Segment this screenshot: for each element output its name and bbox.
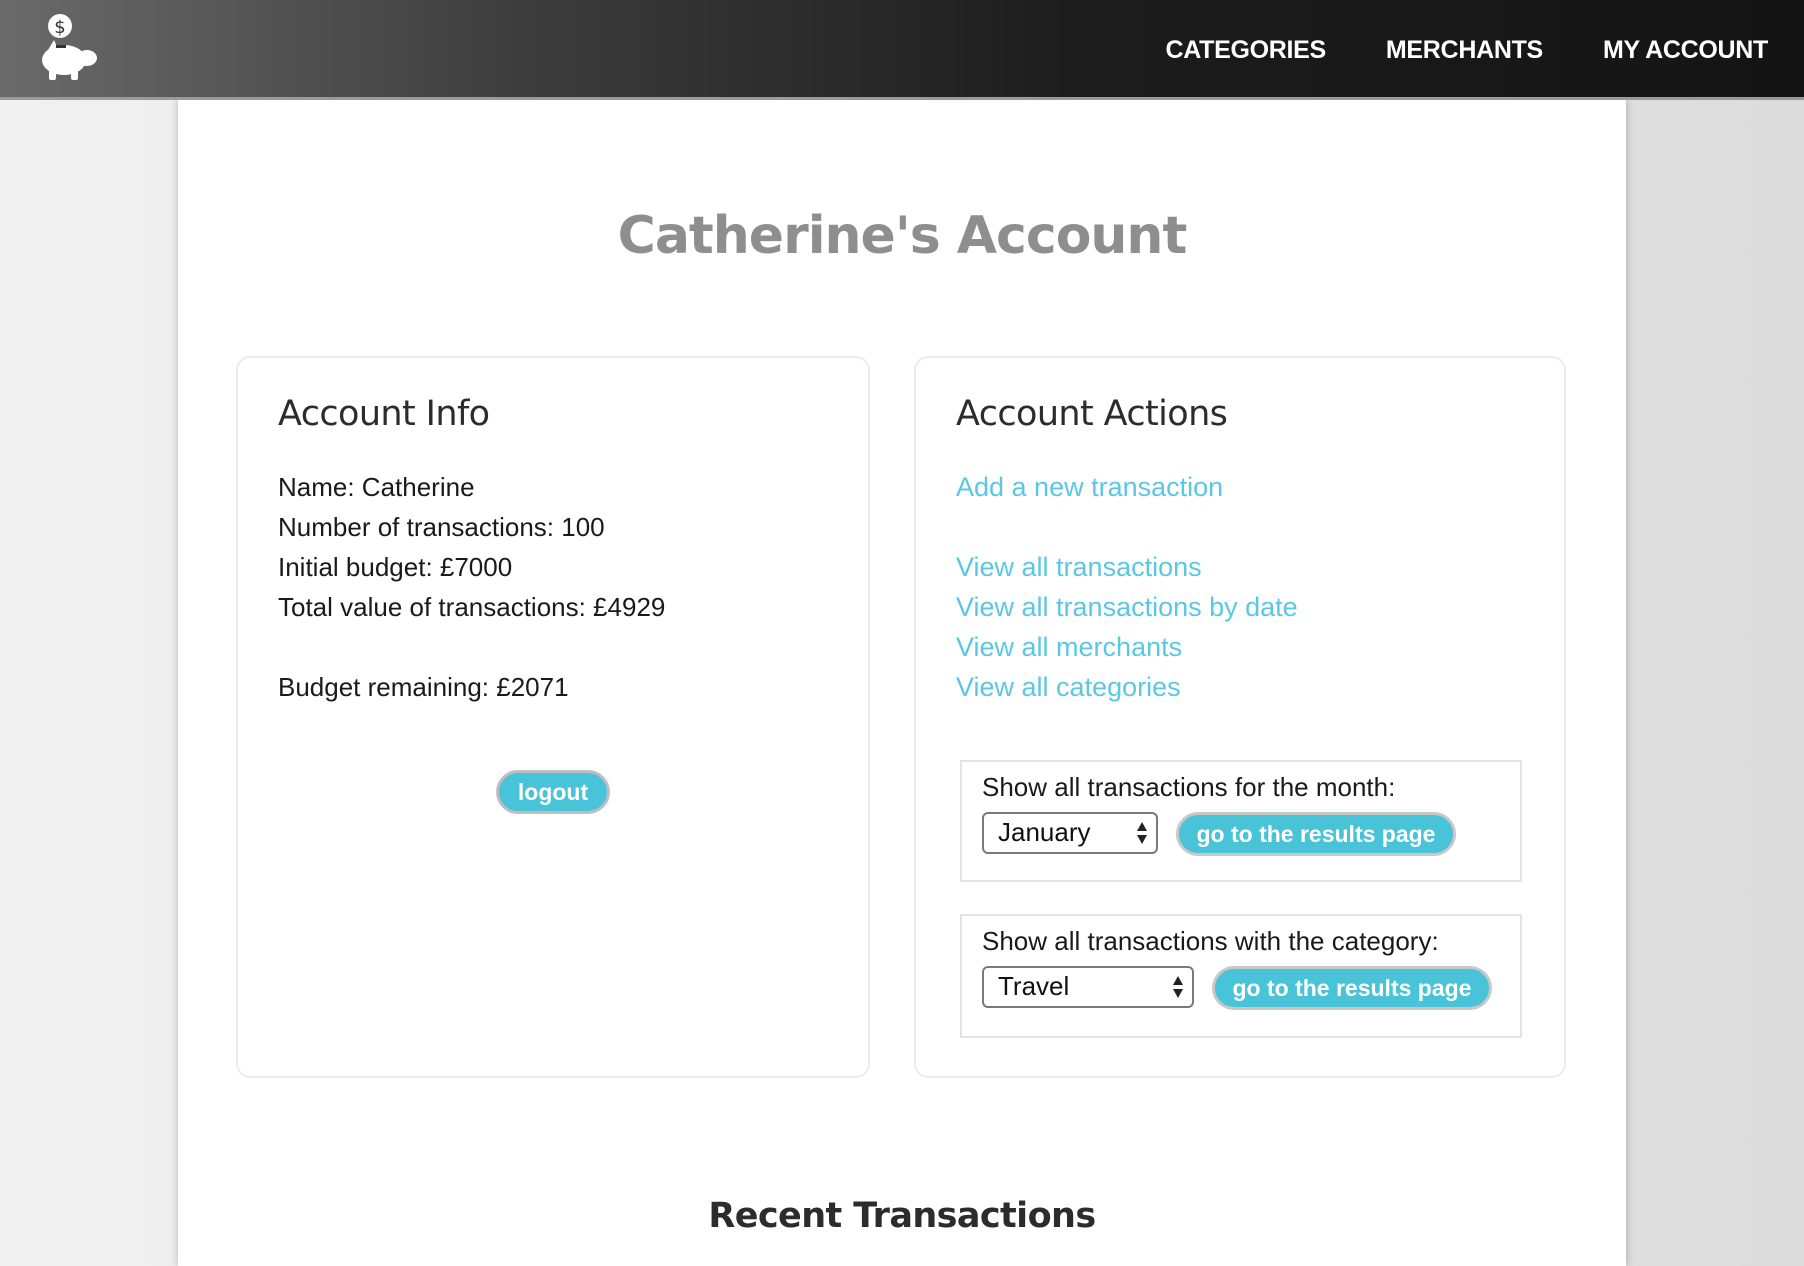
view-all-transactions-link[interactable]: View all transactions <box>956 552 1202 583</box>
month-go-button[interactable]: go to the results page <box>1176 812 1456 856</box>
category-filter-label: Show all transactions with the category: <box>982 926 1439 956</box>
account-actions-title: Account Actions <box>956 394 1228 434</box>
account-info-title: Account Info <box>278 394 490 434</box>
main-content: Catherine's Account Account Info Name: C… <box>178 100 1626 1266</box>
budget-remaining: Budget remaining: £2071 <box>278 672 569 702</box>
account-actions-card: Account Actions Add a new transaction Vi… <box>914 356 1566 1078</box>
month-filter-box: Show all transactions for the month: Jan… <box>960 760 1522 882</box>
category-filter-box: Show all transactions with the category:… <box>960 914 1522 1038</box>
select-arrows-icon <box>1137 822 1147 844</box>
category-go-button[interactable]: go to the results page <box>1212 966 1492 1010</box>
nav-my-account-link[interactable]: MY ACCOUNT <box>1603 36 1768 65</box>
logout-button[interactable]: logout <box>496 770 610 814</box>
nav-merchants-link[interactable]: MERCHANTS <box>1386 36 1543 65</box>
piggy-bank-logo-icon[interactable]: $ <box>34 12 104 82</box>
page-title: Catherine's Account <box>617 206 1188 266</box>
view-all-categories-link[interactable]: View all categories <box>956 672 1181 703</box>
add-transaction-link[interactable]: Add a new transaction <box>956 472 1223 503</box>
category-select[interactable]: Travel <box>982 966 1194 1008</box>
transaction-count: Number of transactions: 100 <box>278 512 605 542</box>
month-select[interactable]: January <box>982 812 1158 854</box>
account-info-card: Account Info Name: Catherine Number of t… <box>236 356 870 1078</box>
category-select-value: Travel <box>998 971 1070 1001</box>
month-filter-label: Show all transactions for the month: <box>982 772 1396 802</box>
top-navbar: $ CATEGORIES MERCHANTS MY ACCOUNT <box>0 0 1804 100</box>
svg-text:$: $ <box>54 17 65 38</box>
nav-categories-link[interactable]: CATEGORIES <box>1165 36 1326 65</box>
total-transaction-value: Total value of transactions: £4929 <box>278 592 666 622</box>
nav-links: CATEGORIES MERCHANTS MY ACCOUNT <box>1105 0 1768 100</box>
account-name: Name: Catherine <box>278 472 475 502</box>
view-all-merchants-link[interactable]: View all merchants <box>956 632 1182 663</box>
view-transactions-by-date-link[interactable]: View all transactions by date <box>956 592 1298 623</box>
initial-budget: Initial budget: £7000 <box>278 552 513 582</box>
recent-transactions-title: Recent Transactions <box>708 1196 1096 1236</box>
month-select-value: January <box>998 817 1091 847</box>
select-arrows-icon <box>1173 976 1183 998</box>
